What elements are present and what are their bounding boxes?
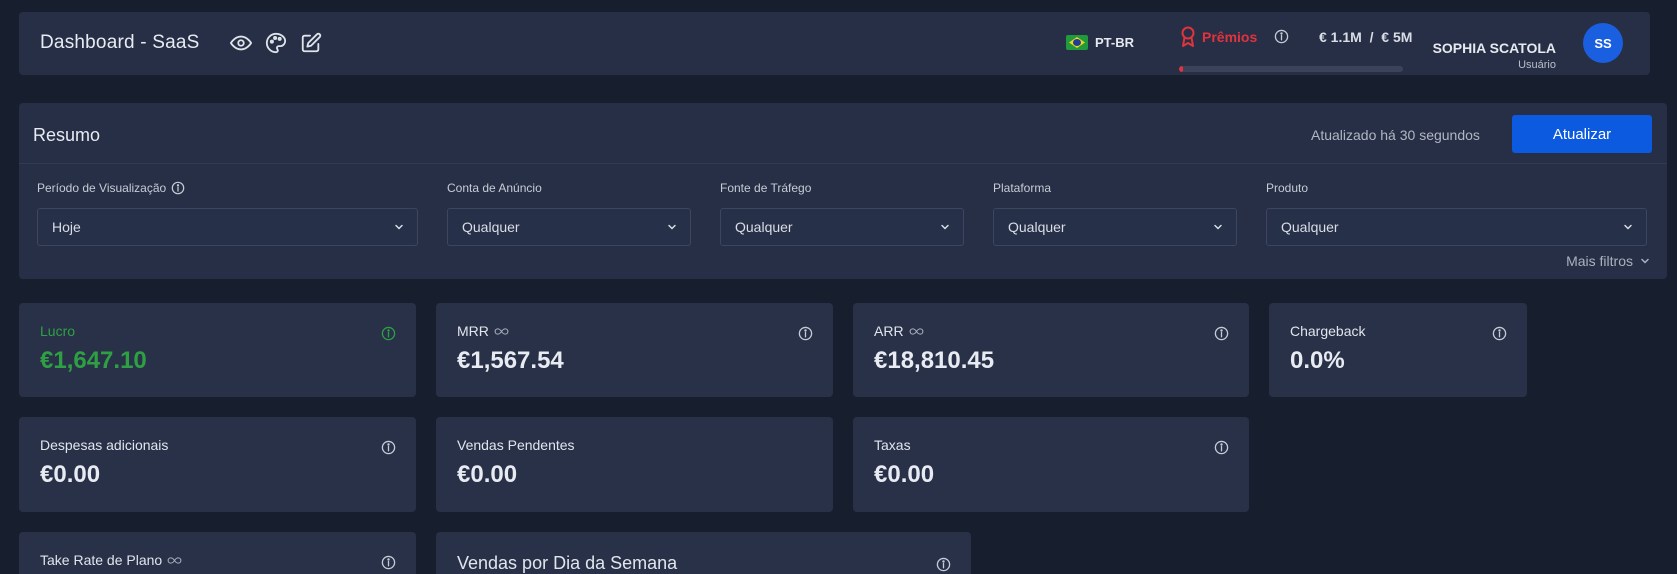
filter-product: Produto Qualquer	[1266, 181, 1647, 246]
metric-value: €0.00	[457, 461, 518, 488]
chevron-down-icon	[1641, 258, 1649, 264]
info-icon[interactable]	[381, 326, 396, 341]
awards-progress-bar	[1179, 66, 1403, 72]
filter-period: Período de Visualização Hoje	[37, 181, 418, 246]
info-icon[interactable]	[381, 440, 396, 455]
infinity-icon	[909, 327, 923, 335]
infinity-icon	[167, 556, 182, 564]
sales-by-weekday-card: Vendas por Dia da Semana	[436, 532, 971, 574]
language-selector[interactable]: PT-BR	[1066, 35, 1134, 50]
metric-card-chargeback: Chargeback 0.0%	[1269, 303, 1527, 397]
metric-label: Vendas Pendentes	[457, 437, 575, 453]
user-name: SOPHIA SCATOLA	[1432, 40, 1556, 56]
metric-card-take-rate: Take Rate de Plano	[19, 532, 416, 574]
filter-traffic-source: Fonte de Tráfego Qualquer	[720, 181, 964, 246]
page-title: Dashboard - SaaS	[40, 32, 200, 53]
award-ribbon-icon	[1179, 26, 1197, 48]
info-icon[interactable]	[171, 181, 185, 195]
info-icon[interactable]	[1214, 326, 1229, 341]
awards-progress-fill	[1179, 66, 1184, 72]
chevron-down-icon	[668, 224, 676, 230]
chevron-down-icon	[1624, 224, 1632, 230]
summary-panel: Resumo Atualizado há 30 segundos Atualiz…	[19, 103, 1667, 279]
user-role: Usuário	[1518, 59, 1556, 71]
filter-platform: Plataforma Qualquer	[993, 181, 1237, 246]
info-icon[interactable]	[1214, 440, 1229, 455]
metric-label: Despesas adicionais	[40, 437, 169, 453]
metric-value: €0.00	[874, 461, 935, 488]
ad-account-select[interactable]: Qualquer	[447, 208, 691, 246]
product-select[interactable]: Qualquer	[1266, 208, 1647, 246]
filter-label: Conta de Anúncio	[447, 181, 542, 195]
filter-label: Fonte de Tráfego	[720, 181, 812, 195]
more-filters-toggle[interactable]: Mais filtros	[1566, 253, 1651, 269]
filter-ad-account: Conta de Anúncio Qualquer	[447, 181, 691, 246]
period-select[interactable]: Hoje	[37, 208, 418, 246]
metric-label: Lucro	[40, 323, 76, 339]
metric-card-pending-sales: Vendas Pendentes €0.00	[436, 417, 833, 512]
metric-value: 0.0%	[1290, 347, 1345, 374]
palette-icon[interactable]	[265, 32, 287, 54]
metric-label: MRR	[457, 323, 489, 339]
language-label: PT-BR	[1095, 35, 1134, 50]
metric-value: €1,647.10	[40, 347, 147, 374]
metric-label: Take Rate de Plano	[40, 552, 163, 568]
info-icon[interactable]	[381, 555, 396, 570]
metric-value: €1,567.54	[457, 347, 564, 374]
edit-icon[interactable]	[300, 32, 322, 54]
avatar[interactable]: SS	[1583, 23, 1623, 63]
chevron-down-icon	[1214, 224, 1222, 230]
info-icon[interactable]	[936, 557, 951, 572]
divider	[19, 163, 1667, 164]
filter-label: Plataforma	[993, 181, 1052, 195]
summary-title: Resumo	[33, 125, 101, 145]
metric-value: €18,810.45	[874, 347, 995, 374]
metric-card-fees: Taxas €0.00	[853, 417, 1249, 512]
metric-label: Chargeback	[1290, 323, 1366, 339]
top-bar: Dashboard - SaaS PT-BR Prêmios € 1.1M / …	[19, 12, 1650, 75]
metric-card-profit: Lucro €1,647.10	[19, 303, 416, 397]
metric-card-arr: ARR €18,810.45	[853, 303, 1249, 397]
awards-label: Prêmios	[1202, 29, 1258, 45]
metric-label: ARR	[874, 323, 904, 339]
brazil-flag-icon	[1066, 35, 1088, 50]
info-icon[interactable]	[798, 326, 813, 341]
metric-value: €0.00	[40, 461, 101, 488]
metric-card-additional-expenses: Despesas adicionais €0.00	[19, 417, 416, 512]
updated-status: Atualizado há 30 segundos	[1311, 127, 1480, 143]
platform-select[interactable]: Qualquer	[993, 208, 1237, 246]
eye-icon[interactable]	[230, 32, 252, 54]
refresh-button[interactable]: Atualizar	[1512, 115, 1652, 153]
filter-label: Produto	[1266, 181, 1309, 195]
chevron-down-icon	[395, 224, 403, 230]
info-icon[interactable]	[1274, 29, 1289, 44]
section-title: Vendas por Dia da Semana	[457, 553, 678, 573]
awards-amount: € 1.1M / € 5M	[1319, 29, 1413, 45]
info-icon[interactable]	[1492, 326, 1507, 341]
infinity-icon	[494, 327, 509, 335]
chevron-down-icon	[941, 224, 949, 230]
metric-label: Taxas	[874, 437, 911, 453]
traffic-source-select[interactable]: Qualquer	[720, 208, 964, 246]
filter-label: Período de Visualização	[37, 181, 167, 195]
metric-card-mrr: MRR €1,567.54	[436, 303, 833, 397]
